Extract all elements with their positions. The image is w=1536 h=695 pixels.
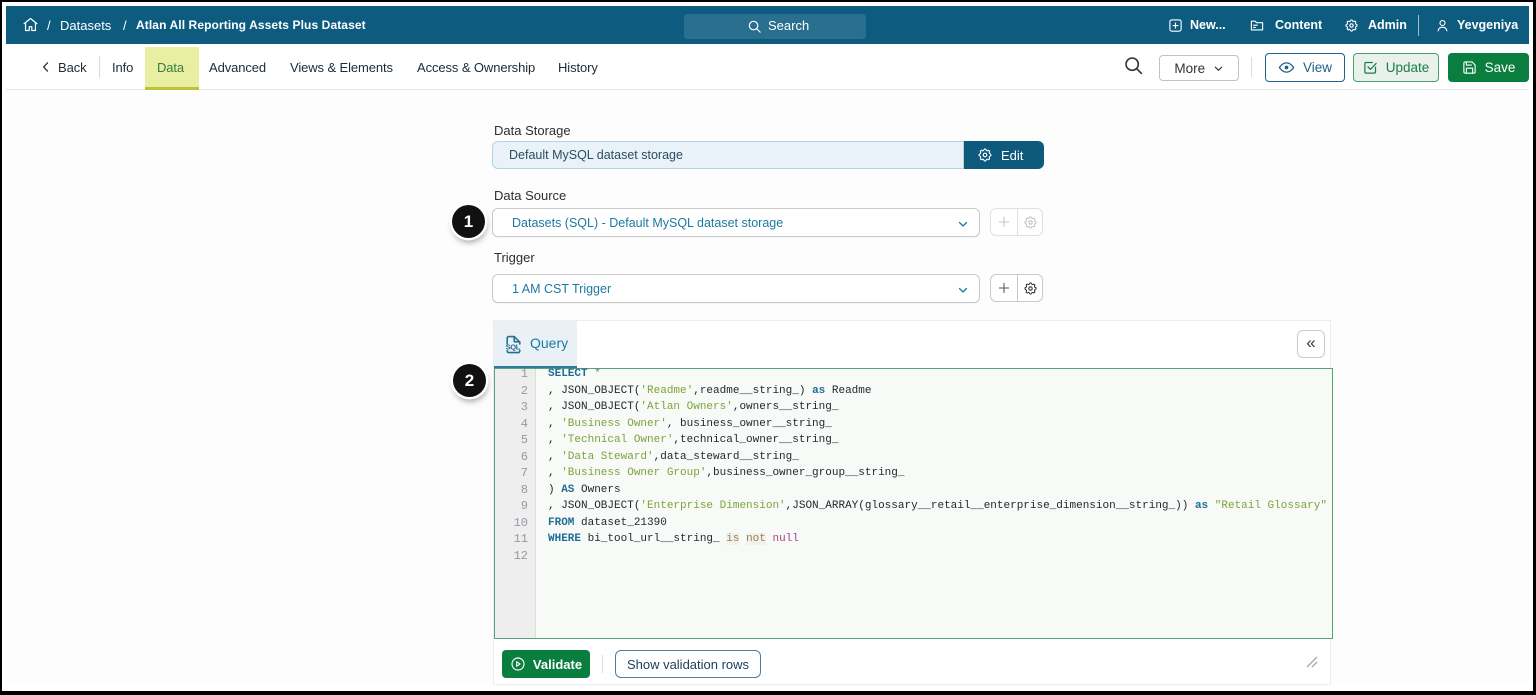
- svg-text:SQL: SQL: [506, 342, 521, 351]
